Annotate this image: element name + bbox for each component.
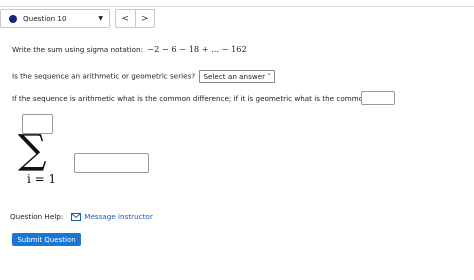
question-prompt: Write the sum using sigma notation: (12, 45, 143, 54)
series-type-line: Is the sequence an arithmetic or geometr… (12, 70, 275, 83)
sigma-lower-limit: i = 1 (27, 172, 57, 186)
submit-question-button[interactable]: Submit Question (12, 233, 81, 246)
envelope-icon (71, 212, 82, 221)
message-instructor-link[interactable]: Message instructor (84, 212, 153, 221)
top-divider (0, 6, 474, 7)
series-expression: −2 − 6 − 18 + ... − 162 (147, 44, 247, 54)
series-type-prompt: Is the sequence an arithmetic or geometr… (12, 71, 196, 81)
caret-down-icon: ▼ (98, 15, 103, 22)
question-help-label: Question Help: (10, 212, 64, 221)
question-help: Question Help: Message instructor (10, 212, 153, 221)
previous-question-button[interactable]: < (116, 10, 135, 27)
status-dot-icon (9, 14, 17, 23)
sigma-symbol: ∑ (18, 127, 47, 173)
difference-prompt: If the sequence is arithmetic what is th… (12, 94, 391, 103)
common-ratio-input[interactable] (361, 91, 395, 105)
question-dropdown-label: Question 10 (23, 14, 67, 23)
question-nav: < > (115, 9, 155, 28)
next-question-button[interactable]: > (134, 10, 155, 27)
sigma-term-input[interactable] (74, 153, 149, 173)
series-type-select[interactable]: Select an answer ˅ (199, 70, 275, 83)
question-dropdown[interactable]: Question 10 ▼ (0, 9, 110, 28)
question-prompt-line: Write the sum using sigma notation: −2 −… (12, 44, 247, 54)
